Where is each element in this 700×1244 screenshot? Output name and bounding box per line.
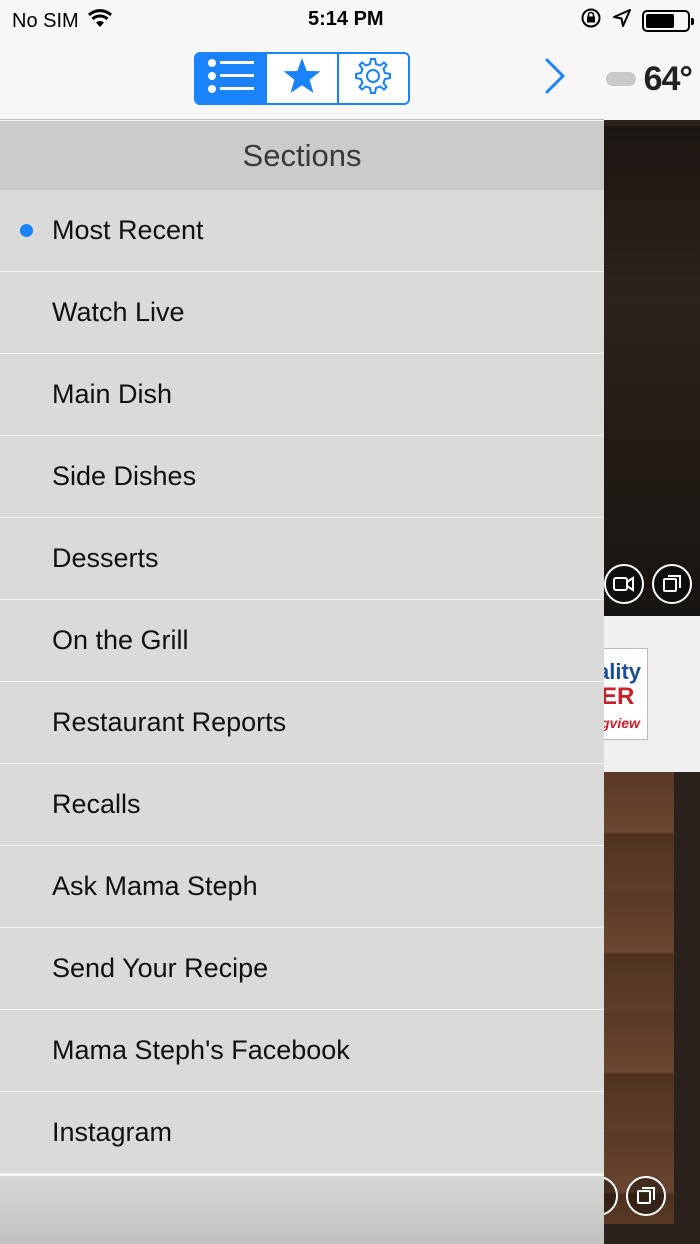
sections-list: Most Recent Watch Live Main Dish Side Di… xyxy=(0,190,604,1174)
section-item-label: Most Recent xyxy=(52,215,204,245)
sections-drawer: Sections Most Recent Watch Live Main Dis… xyxy=(0,0,604,1244)
article-photo-2[interactable] xyxy=(604,772,674,1224)
list-icon xyxy=(206,56,256,101)
section-item-instagram[interactable]: Instagram xyxy=(0,1092,604,1174)
section-item-label: Send Your Recipe xyxy=(52,953,269,983)
status-bar: No SIM 5:14 PM xyxy=(0,0,700,40)
location-icon xyxy=(612,8,632,34)
status-indicators xyxy=(580,7,694,35)
section-item-facebook[interactable]: Mama Steph's Facebook xyxy=(0,1010,604,1092)
sections-title: Sections xyxy=(0,121,604,190)
status-time: 5:14 PM xyxy=(308,8,384,30)
section-item-desserts[interactable]: Desserts xyxy=(0,518,604,600)
section-item-ask-mama-steph[interactable]: Ask Mama Steph xyxy=(0,846,604,928)
next-button[interactable] xyxy=(538,58,572,98)
gallery-icon-2[interactable] xyxy=(626,1176,666,1216)
section-item-label: Mama Steph's Facebook xyxy=(52,1035,350,1065)
section-item-label: Restaurant Reports xyxy=(52,707,287,737)
section-item-on-the-grill[interactable]: On the Grill xyxy=(0,600,604,682)
sponsor-logo[interactable]: ality ER gview xyxy=(598,648,648,740)
section-item-most-recent[interactable]: Most Recent xyxy=(0,190,604,272)
drawer-footer xyxy=(0,1176,604,1244)
section-item-recalls[interactable]: Recalls xyxy=(0,764,604,846)
section-item-label: Desserts xyxy=(52,543,159,573)
wifi-icon xyxy=(87,8,113,34)
tab-sections[interactable] xyxy=(196,54,268,103)
section-item-send-your-recipe[interactable]: Send Your Recipe xyxy=(0,928,604,1010)
section-item-side-dishes[interactable]: Side Dishes xyxy=(0,436,604,518)
chevron-right-icon xyxy=(543,57,567,100)
selected-indicator-icon xyxy=(20,224,33,237)
section-item-watch-live[interactable]: Watch Live xyxy=(0,272,604,354)
view-switcher xyxy=(194,52,410,105)
section-item-label: On the Grill xyxy=(52,625,189,655)
drawer-toolbar xyxy=(0,40,604,120)
orientation-lock-icon xyxy=(580,7,602,35)
section-item-label: Watch Live xyxy=(52,297,185,327)
section-item-label: Main Dish xyxy=(52,379,173,409)
section-item-restaurant-reports[interactable]: Restaurant Reports xyxy=(0,682,604,764)
section-item-label: Side Dishes xyxy=(52,461,197,491)
weather-temperature: 64° xyxy=(643,60,693,98)
star-icon xyxy=(282,57,322,100)
cloud-icon xyxy=(606,72,636,86)
article-photo[interactable] xyxy=(604,126,700,616)
tab-settings[interactable] xyxy=(338,54,408,103)
gear-icon xyxy=(353,56,393,101)
section-item-label: Instagram xyxy=(52,1117,173,1147)
tab-favorites[interactable] xyxy=(267,54,339,103)
battery-icon xyxy=(642,10,694,32)
carrier-label: No SIM xyxy=(12,9,79,32)
video-icon[interactable] xyxy=(604,564,644,604)
section-item-main-dish[interactable]: Main Dish xyxy=(0,354,604,436)
carrier-group: No SIM xyxy=(12,8,113,34)
gallery-icon[interactable] xyxy=(652,564,692,604)
section-item-label: Ask Mama Steph xyxy=(52,871,258,901)
section-item-label: Recalls xyxy=(52,789,141,819)
